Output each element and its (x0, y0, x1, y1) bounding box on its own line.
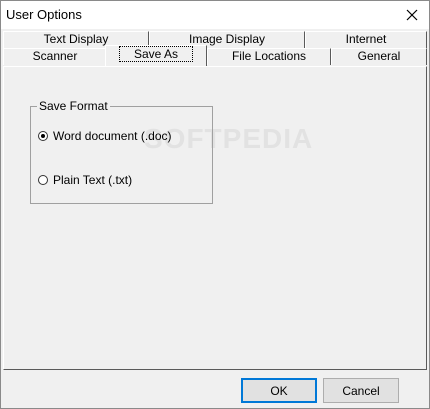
radio-button[interactable] (38, 175, 48, 185)
save-format-legend: Save Format (37, 99, 110, 113)
tab-label: General (357, 49, 401, 63)
tab-label: File Locations (231, 49, 307, 63)
tab-label: Scanner (32, 49, 78, 63)
tab-general[interactable]: General (331, 48, 427, 65)
tab-strip: Text Display Image Display Internet Scan… (1, 29, 429, 67)
tab-scanner[interactable]: Scanner (3, 48, 107, 65)
radio-label: Plain Text (.txt) (53, 173, 133, 187)
tab-file-locations[interactable]: File Locations (207, 48, 331, 65)
save-format-group (30, 106, 213, 204)
tab-label: Internet (345, 32, 387, 46)
user-options-dialog: User Options Text Display Image Display … (0, 0, 430, 409)
close-icon (406, 9, 418, 21)
title-bar: User Options (1, 1, 429, 29)
tab-internet[interactable]: Internet (305, 31, 427, 48)
radio-plain-text[interactable]: Plain Text (.txt) (38, 173, 132, 187)
tab-label: Save As (118, 46, 194, 62)
radio-word-document[interactable]: Word document (.doc) (38, 129, 172, 143)
close-button[interactable] (395, 1, 429, 29)
radio-label: Word document (.doc) (53, 129, 172, 143)
radio-button-selected[interactable] (38, 131, 48, 141)
ok-button[interactable]: OK (241, 378, 317, 403)
window-title: User Options (6, 7, 82, 22)
tab-save-as[interactable]: Save As (105, 45, 207, 66)
cancel-button[interactable]: Cancel (323, 378, 399, 403)
tab-label: Image Display (188, 32, 266, 46)
tab-label: Text Display (43, 32, 109, 46)
